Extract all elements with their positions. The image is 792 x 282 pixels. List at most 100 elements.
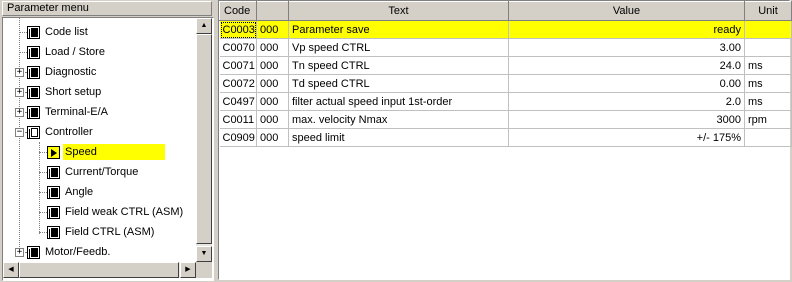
tree-item-label: Motor/Feedb. (45, 246, 111, 258)
book-icon (27, 106, 40, 119)
unit-cell[interactable]: ms (744, 92, 792, 111)
code-cell[interactable]: C0909 (219, 128, 257, 147)
table-row[interactable]: C0072 000 Td speed CTRL 0.00 ms (219, 74, 792, 93)
book-open-icon (27, 126, 40, 139)
book-icon (27, 246, 40, 259)
text-cell[interactable]: max. velocity Nmax (288, 110, 509, 129)
subcode-cell[interactable]: 000 (256, 110, 289, 129)
table-row[interactable]: C0497 000 filter actual speed input 1st-… (219, 92, 792, 111)
tree-item-controller[interactable]: Controller (27, 122, 95, 142)
tree-item-label: Field CTRL (ASM) (65, 226, 155, 238)
tree-item-angle[interactable]: Angle (47, 182, 95, 202)
tree-item-label: Terminal-E/A (45, 106, 108, 118)
code-cell[interactable]: C0497 (219, 92, 257, 111)
tree-item-motor-feedb[interactable]: Motor/Feedb. (27, 242, 112, 262)
value-cell[interactable]: 3.00 (508, 38, 745, 57)
table-row[interactable]: C0909 000 speed limit +/- 175% (219, 128, 792, 147)
tree-vertical-scrollbar[interactable]: ▲ ▼ (196, 18, 212, 262)
tree-item-speed[interactable]: Speed (47, 142, 165, 162)
unit-cell[interactable] (744, 38, 792, 57)
book-icon (47, 206, 60, 219)
expand-icon[interactable]: + (15, 68, 24, 77)
column-header-unit[interactable]: Unit (744, 1, 792, 21)
text-cell[interactable]: Vp speed CTRL (288, 38, 509, 57)
book-icon (27, 26, 40, 39)
table-header-row: Code Text Value Unit (219, 1, 792, 21)
parameter-table: Code Text Value Unit C0003 000 Parameter… (219, 1, 792, 147)
subcode-cell[interactable]: 000 (256, 92, 289, 111)
scroll-down-button[interactable]: ▼ (196, 246, 212, 262)
parameter-table-panel: Code Text Value Unit C0003 000 Parameter… (218, 0, 792, 280)
unit-cell[interactable] (744, 128, 792, 147)
tree-view-frame: Code list Load / Store Diagnostic + Shor… (2, 17, 214, 281)
value-cell[interactable]: 24.0 (508, 56, 745, 75)
parameter-menu-panel: Parameter menu Code list Load / Store Di… (0, 0, 214, 282)
tree-item-field-weak-ctrl[interactable]: Field weak CTRL (ASM) (47, 202, 185, 222)
table-row[interactable]: C0070 000 Vp speed CTRL 3.00 (219, 38, 792, 57)
column-header-value[interactable]: Value (508, 1, 745, 21)
tree-item-code-list[interactable]: Code list (27, 22, 90, 42)
table-row[interactable]: C0011 000 max. velocity Nmax 3000 rpm (219, 110, 792, 129)
tree-item-diagnostic[interactable]: Diagnostic (27, 62, 98, 82)
subcode-cell[interactable]: 000 (256, 56, 289, 75)
code-cell[interactable]: C0003 (219, 20, 257, 39)
value-cell[interactable]: 0.00 (508, 74, 745, 93)
subcode-cell[interactable]: 000 (256, 20, 289, 39)
expand-icon[interactable]: + (15, 88, 24, 97)
code-cell[interactable]: C0072 (219, 74, 257, 93)
parameter-tree[interactable]: Code list Load / Store Diagnostic + Shor… (3, 18, 196, 262)
parameter-menu-title: Parameter menu (2, 1, 212, 16)
tree-item-terminal-ea[interactable]: Terminal-E/A (27, 102, 110, 122)
column-header-code[interactable]: Code (219, 1, 257, 21)
subcode-cell[interactable]: 000 (256, 38, 289, 57)
tree-horizontal-scrollbar[interactable]: ◀ ▶ (3, 262, 196, 278)
value-cell[interactable]: ready (508, 20, 745, 39)
tree-item-load-store[interactable]: Load / Store (27, 42, 107, 62)
value-cell[interactable]: 2.0 (508, 92, 745, 111)
vertical-scroll-thumb[interactable] (196, 34, 212, 244)
value-cell[interactable]: 3000 (508, 110, 745, 129)
tree-item-short-setup[interactable]: Short setup (27, 82, 103, 102)
text-cell[interactable]: speed limit (288, 128, 509, 147)
expand-icon[interactable]: + (15, 108, 24, 117)
subcode-cell[interactable]: 000 (256, 74, 289, 93)
tree-item-label: Controller (45, 126, 93, 138)
arrow-down-icon: ▼ (200, 250, 208, 257)
scroll-right-button[interactable]: ▶ (180, 262, 196, 278)
code-cell[interactable]: C0071 (219, 56, 257, 75)
table-row[interactable]: C0003 000 Parameter save ready (219, 20, 792, 39)
tree-item-label: Current/Torque (65, 166, 139, 178)
tree-item-label: Code list (45, 26, 88, 38)
arrow-up-icon: ▲ (200, 22, 208, 29)
text-cell[interactable]: Tn speed CTRL (288, 56, 509, 75)
book-icon (47, 226, 60, 239)
tree-item-label: Angle (65, 186, 94, 198)
collapse-icon[interactable]: − (15, 128, 24, 137)
value-cell[interactable]: +/- 175% (508, 128, 745, 147)
column-header-subcode[interactable] (256, 1, 289, 21)
unit-cell[interactable]: ms (744, 74, 792, 93)
text-cell[interactable]: Td speed CTRL (288, 74, 509, 93)
arrow-right-icon: ▶ (185, 266, 191, 273)
book-icon (27, 86, 40, 99)
table-row[interactable]: C0071 000 Tn speed CTRL 24.0 ms (219, 56, 792, 75)
code-cell[interactable]: C0070 (219, 38, 257, 57)
tree-item-current-torque[interactable]: Current/Torque (47, 162, 140, 182)
horizontal-scroll-thumb[interactable] (19, 262, 179, 278)
unit-cell[interactable]: ms (744, 56, 792, 75)
code-cell[interactable]: C0011 (219, 110, 257, 129)
book-icon (47, 166, 60, 179)
tree-item-label: Short setup (45, 86, 102, 98)
unit-cell[interactable]: rpm (744, 110, 792, 129)
unit-cell[interactable] (744, 20, 792, 39)
column-header-text[interactable]: Text (288, 1, 509, 21)
tree-item-field-ctrl[interactable]: Field CTRL (ASM) (47, 222, 156, 242)
expand-icon[interactable]: + (15, 248, 24, 257)
text-cell[interactable]: Parameter save (288, 20, 509, 39)
scroll-up-button[interactable]: ▲ (196, 18, 212, 34)
text-cell[interactable]: filter actual speed input 1st-order (288, 92, 509, 111)
subcode-cell[interactable]: 000 (256, 128, 289, 147)
arrow-left-icon: ◀ (8, 266, 14, 273)
arrow-right-icon (47, 146, 60, 159)
scroll-left-button[interactable]: ◀ (3, 262, 19, 278)
